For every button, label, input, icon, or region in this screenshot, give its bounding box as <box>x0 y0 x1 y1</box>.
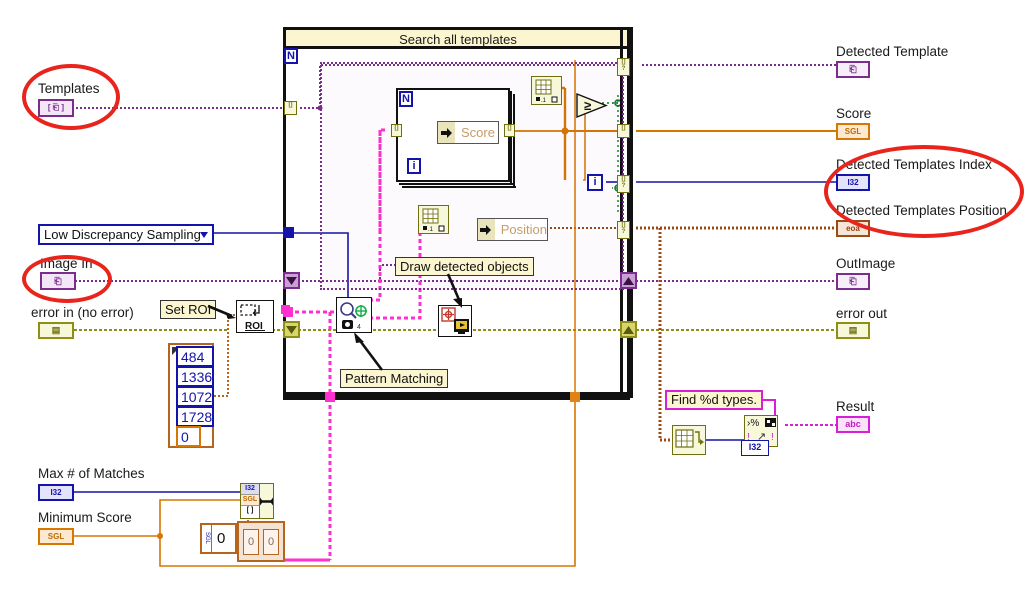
draw-detected-arrow <box>446 273 462 308</box>
inner-loop-shadow-1 <box>399 183 513 185</box>
roi-array-cell-1[interactable]: 1336 <box>176 366 214 387</box>
out-image-label: OutImage <box>836 256 896 271</box>
cluster-elem-1: 0 <box>263 528 279 555</box>
score-tunnel[interactable]: [] <box>617 124 630 138</box>
result-type-glyph: abc <box>845 419 861 429</box>
inner-loop-output-tunnel[interactable]: [] <box>504 124 515 137</box>
detected-template-label: Detected Template <box>836 44 949 59</box>
bundle-node-params[interactable]: I32 SGL [ ] <box>240 483 274 519</box>
error-in-label: error in (no error) <box>31 305 134 320</box>
max-matches-terminal[interactable]: I32 <box>38 484 74 501</box>
sampling-dropdown[interactable]: Low Discrepancy Sampling <box>38 224 214 245</box>
outer-loop-label: Search all templates <box>286 30 630 49</box>
svg-text:≥: ≥ <box>584 98 591 113</box>
find-types-comment: Find %d types. <box>665 390 763 410</box>
roi-array-cell-2[interactable]: 1072 <box>176 386 214 407</box>
pink-junction-bottom <box>325 392 335 402</box>
bundle-sgl-type: SGL <box>241 495 259 506</box>
out-image-terminal[interactable]: ⎗ <box>836 273 870 290</box>
image-shift-register-right[interactable] <box>620 272 637 289</box>
chevron-down-icon <box>200 232 208 238</box>
score-bundle-label: Score <box>461 125 495 140</box>
sampling-value: Low Discrepancy Sampling <box>44 227 201 242</box>
roi-array-cell-4[interactable]: 0 <box>176 426 201 447</box>
min-score-constant-value: 0 <box>217 530 226 547</box>
block-diagram-canvas: Search all templates N N i Score [] [] .… <box>0 0 1027 600</box>
cluster-constant[interactable]: 0 0 <box>237 521 285 562</box>
set-roi-arrow <box>207 304 236 319</box>
svg-text:.1: .1 <box>428 227 434 233</box>
inner-loop-input-tunnel[interactable]: [] <box>391 124 402 137</box>
minimum-score-terminal[interactable]: SGL <box>38 528 74 545</box>
orange-junction-bottom <box>570 392 580 402</box>
error-shift-register-right[interactable] <box>620 321 637 338</box>
inner-loop-index-terminal[interactable]: i <box>407 158 421 174</box>
detected-template-terminal[interactable]: ⎗ <box>836 61 870 78</box>
svg-text:›%: ›% <box>747 418 759 429</box>
error-shift-register-left[interactable] <box>283 321 300 338</box>
array-size-node[interactable] <box>672 425 706 455</box>
image-shift-register-left[interactable] <box>283 272 300 289</box>
error-in-type-glyph: ▤ <box>51 325 61 335</box>
result-terminal[interactable]: abc <box>836 416 870 433</box>
result-label: Result <box>836 399 875 414</box>
max-matches-label: Max # of Matches <box>38 466 145 481</box>
min-score-constant[interactable]: SGL 0 <box>200 523 237 554</box>
pattern-matching-node[interactable]: 4 <box>336 297 372 333</box>
templates-input-tunnel[interactable]: [] <box>284 101 297 115</box>
index-array-node-score[interactable]: .1 <box>531 76 562 105</box>
svg-text:!: ! <box>771 432 774 443</box>
position-tunnel[interactable]: []? <box>617 221 630 239</box>
position-bundle-label: Position <box>500 222 547 237</box>
roi-array-cell-3[interactable]: 1728 <box>176 406 214 427</box>
annotation-oval-image-in <box>22 255 112 303</box>
position-bundle-node[interactable]: Position <box>477 218 548 241</box>
annotation-oval-templates <box>22 64 120 130</box>
inner-loop-shadow-4 <box>513 94 515 188</box>
pink-junction-setroi <box>281 305 290 314</box>
outer-loop-right-rail-2 <box>627 30 630 395</box>
score-label: Score <box>836 106 872 121</box>
score-type-glyph: SGL <box>844 126 862 136</box>
pattern-matching-arrow <box>354 332 384 371</box>
inner-loop-shadow-2 <box>402 186 516 188</box>
minimum-score-label: Minimum Score <box>38 510 132 525</box>
error-out-type-glyph: ▤ <box>848 325 858 335</box>
greater-equal-node[interactable]: ≥ <box>576 92 609 119</box>
error-out-label: error out <box>836 306 888 321</box>
outer-loop-index-terminal[interactable]: i <box>587 174 603 191</box>
index-tunnel[interactable]: []? <box>617 175 630 193</box>
bundle-cluster-type: [ ] <box>246 507 254 514</box>
minimum-score-type-glyph: SGL <box>47 531 65 541</box>
format-int-constant[interactable]: I32 <box>741 440 769 456</box>
detected-template-type-glyph: ⎗ <box>849 64 857 74</box>
inner-loop-shadow-3 <box>510 91 512 185</box>
bundle-i32-type: I32 <box>241 484 259 495</box>
roi-array-cell-0[interactable]: 484 <box>176 346 214 367</box>
svg-text:.1: .1 <box>541 98 547 104</box>
score-bundle-node[interactable]: Score <box>437 121 499 144</box>
error-out-terminal[interactable]: ▤ <box>836 322 870 339</box>
max-matches-type-glyph: I32 <box>50 487 62 497</box>
error-in-terminal[interactable]: ▤ <box>38 322 74 339</box>
inner-loop-count-terminal[interactable]: N <box>399 91 413 107</box>
index-array-node-position[interactable]: .1 <box>418 205 449 234</box>
outer-loop-count-terminal[interactable]: N <box>284 48 298 64</box>
cluster-elem-0: 0 <box>243 528 259 555</box>
annotation-oval-outputs <box>824 145 1024 238</box>
detected-template-tunnel[interactable]: []? <box>617 58 630 76</box>
sampling-tunnel[interactable] <box>283 227 294 238</box>
score-terminal[interactable]: SGL <box>836 123 870 140</box>
out-image-type-glyph: ⎗ <box>849 276 857 286</box>
